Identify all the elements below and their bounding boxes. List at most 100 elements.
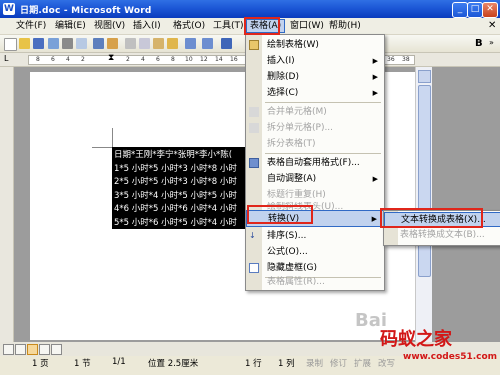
ruler-tick: 12 xyxy=(200,56,208,63)
gridlines-icon xyxy=(249,263,259,273)
normal-view-icon[interactable] xyxy=(3,344,14,355)
toolbar-options-icon[interactable]: » xyxy=(489,38,494,47)
outline-view-icon[interactable] xyxy=(39,344,50,355)
status-position: 位置 2.5厘米 xyxy=(148,359,199,369)
submenu-arrow-icon: ▶ xyxy=(372,73,378,81)
spelling-icon[interactable] xyxy=(93,38,104,49)
status-column: 1 列 xyxy=(278,359,295,369)
vertical-scrollbar[interactable] xyxy=(415,67,432,342)
menu-item-split-table[interactable]: 拆分表格(T) xyxy=(246,136,384,152)
menu-item-heading-rows-repeat[interactable]: 标题行重复(H) xyxy=(246,187,384,203)
status-section: 1 节 xyxy=(74,359,91,369)
indent-marker-icon[interactable]: ⧗ xyxy=(108,53,114,63)
menu-item-autofit[interactable]: 自动调整(A) ▶ xyxy=(246,171,384,187)
menu-item-table-to-text[interactable]: 表格转换成文本(B)... xyxy=(384,228,500,243)
ruler-tick: 2 xyxy=(81,56,85,63)
scroll-thumb[interactable] xyxy=(418,85,431,277)
menu-insert[interactable]: 插入(I) xyxy=(130,20,164,32)
margin-corner-mark xyxy=(112,128,113,148)
ruler-tick: 10 xyxy=(185,56,193,63)
status-ext[interactable]: 扩展 xyxy=(354,357,371,369)
menu-item-formula[interactable]: 公式(O)... xyxy=(246,244,384,260)
menu-close-doc-icon[interactable]: ✕ xyxy=(488,20,496,31)
annotation-highlight-convert xyxy=(247,205,313,224)
ruler-tick: 16 xyxy=(230,56,238,63)
permission-icon[interactable] xyxy=(48,38,59,49)
save-icon[interactable] xyxy=(33,38,44,49)
window-title: 日期.doc - Microsoft Word xyxy=(20,6,152,16)
annotation-highlight-table-menu xyxy=(244,17,280,35)
menu-item-select[interactable]: 选择(C) ▶ xyxy=(246,85,384,101)
web-view-icon[interactable] xyxy=(15,344,26,355)
split-cells-icon xyxy=(249,123,259,133)
submenu-arrow-icon: ▶ xyxy=(372,89,378,97)
status-trk[interactable]: 修订 xyxy=(330,357,347,369)
word-app-icon[interactable]: W xyxy=(3,3,15,15)
undo-icon[interactable] xyxy=(185,38,196,49)
menu-file[interactable]: 文件(F) xyxy=(13,20,49,32)
format-painter-icon[interactable] xyxy=(167,38,178,49)
menu-separator xyxy=(265,153,381,154)
sort-icon: ↓ xyxy=(249,231,256,240)
menu-item-delete[interactable]: 删除(D) ▶ xyxy=(246,69,384,85)
menu-item-split-cells[interactable]: 拆分单元格(P)... xyxy=(246,120,384,136)
reading-view-icon[interactable] xyxy=(51,344,62,355)
print-preview-icon[interactable] xyxy=(76,38,87,49)
paste-icon[interactable] xyxy=(153,38,164,49)
menu-item-insert[interactable]: 插入(I) ▶ xyxy=(246,53,384,69)
copy-icon[interactable] xyxy=(139,38,150,49)
ruler-tick: 6 xyxy=(156,56,160,63)
menu-tools[interactable]: 工具(T) xyxy=(210,20,247,32)
table-menu-dropdown: 绘制表格(W) 插入(I) ▶ 删除(D) ▶ 选择(C) ▶ 合并单元格(M)… xyxy=(245,34,385,291)
merge-cells-icon xyxy=(249,107,259,117)
tab-selector-icon[interactable]: L xyxy=(4,54,8,63)
maximize-button[interactable]: □ xyxy=(467,2,483,18)
menu-view[interactable]: 视图(V) xyxy=(91,20,128,32)
ruler-tick: 38 xyxy=(402,56,410,63)
autoformat-icon xyxy=(249,158,259,168)
ruler-tick: 6 xyxy=(51,56,55,63)
ruler-tick: 36 xyxy=(387,56,395,63)
status-pages: 1/1 xyxy=(112,357,126,367)
print-view-icon[interactable] xyxy=(27,344,38,355)
menu-item-draw-table[interactable]: 绘制表格(W) xyxy=(246,37,384,53)
new-document-icon[interactable] xyxy=(4,38,17,51)
close-button[interactable]: ✕ xyxy=(482,2,498,18)
ruler-tick: 2 xyxy=(126,56,130,63)
margin-corner-mark xyxy=(92,147,112,148)
print-icon[interactable] xyxy=(62,38,73,49)
open-folder-icon[interactable] xyxy=(19,38,30,49)
menu-edit[interactable]: 编辑(E) xyxy=(52,20,89,32)
hyperlink-icon[interactable] xyxy=(221,38,232,49)
status-rec[interactable]: 录制 xyxy=(306,357,323,369)
ruler-tick: 8 xyxy=(36,56,40,63)
status-ovr[interactable]: 改写 xyxy=(378,357,395,369)
bold-button[interactable]: B xyxy=(475,38,483,49)
menu-item-sort[interactable]: ↓ 排序(S)... xyxy=(246,228,384,244)
ruler-tick: 14 xyxy=(215,56,223,63)
cut-icon[interactable] xyxy=(125,38,136,49)
site-watermark-url: www.codes51.com xyxy=(403,352,498,362)
menu-item-merge-cells[interactable]: 合并单元格(M) xyxy=(246,104,384,120)
site-watermark: 码蚁之家 xyxy=(380,329,452,350)
menu-window[interactable]: 窗口(W) xyxy=(287,20,327,32)
pencil-icon xyxy=(249,40,259,50)
menu-format[interactable]: 格式(O) xyxy=(170,20,208,32)
menu-item-autoformat[interactable]: 表格自动套用格式(F)... xyxy=(246,155,384,171)
redo-icon[interactable] xyxy=(202,38,213,49)
ruler-tick: 8 xyxy=(171,56,175,63)
minimize-button[interactable]: _ xyxy=(452,2,468,18)
menu-help[interactable]: 帮助(H) xyxy=(326,20,364,32)
submenu-arrow-icon: ▶ xyxy=(372,57,378,65)
menu-item-table-properties[interactable]: 表格属性(R)... xyxy=(246,274,384,290)
ruler-tick: 4 xyxy=(141,56,145,63)
scroll-up-icon[interactable] xyxy=(418,70,431,83)
status-page: 1 页 xyxy=(32,359,49,369)
vertical-ruler[interactable] xyxy=(0,67,14,342)
ruler-tick: 4 xyxy=(66,56,70,63)
research-icon[interactable] xyxy=(107,38,118,49)
menu-separator xyxy=(265,102,381,103)
submenu-arrow-icon: ▶ xyxy=(371,215,377,223)
title-bar: W 日期.doc - Microsoft Word _ □ ✕ xyxy=(0,0,500,18)
submenu-arrow-icon: ▶ xyxy=(372,175,378,183)
